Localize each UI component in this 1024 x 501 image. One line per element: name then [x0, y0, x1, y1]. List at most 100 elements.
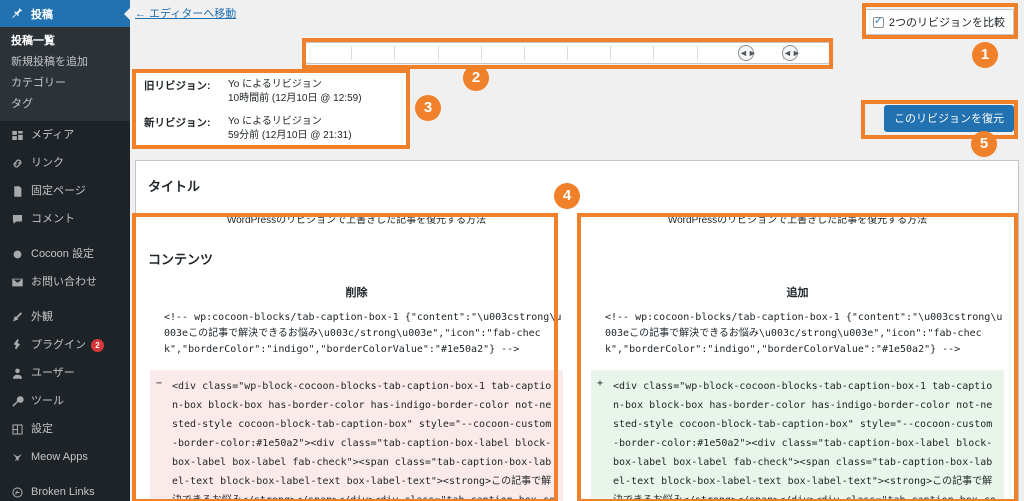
sidebar-subitem-tags[interactable]: タグ: [0, 94, 130, 115]
annotation-badge-2: 2: [463, 65, 489, 91]
new-revision-value: Yo によるリビジョン 59分前 (12月10日 @ 21:31): [228, 115, 352, 143]
revision-compare-screen: 投稿 投稿一覧 新規投稿を追加 カテゴリー タグ メディア リンク 固定ページ: [0, 0, 1024, 501]
sidebar-item-appearance-label: 外観: [31, 311, 53, 323]
diff-column-removed: <!-- wp:cocoon-blocks/tab-caption-box-1 …: [136, 310, 577, 501]
page-icon: [9, 185, 26, 198]
old-revision-author: Yo によるリビジョン: [228, 79, 322, 90]
added-marker: +: [597, 378, 604, 389]
sidebar-item-broken-links[interactable]: Broken Links: [0, 478, 130, 501]
plugin-icon: [9, 338, 26, 352]
new-revision-author: Yo によるリビジョン: [228, 116, 322, 127]
slider-tick: [611, 46, 655, 60]
sidebar-item-broken-links-label: Broken Links: [31, 486, 95, 498]
media-icon: [9, 129, 26, 142]
content-diff-column-headers: 削除 追加: [136, 278, 1018, 310]
left-context-code: <!-- wp:cocoon-blocks/tab-caption-box-1 …: [164, 312, 562, 355]
sidebar-item-pages[interactable]: 固定ページ: [0, 177, 130, 205]
sidebar-item-links-label: リンク: [31, 157, 64, 169]
sidebar-divider-2: [0, 296, 130, 303]
appearance-icon: [9, 311, 26, 324]
annotation-badge-5: 5: [971, 131, 997, 157]
restore-button-wrap: このリビジョンを復元: [884, 105, 1014, 132]
sidebar-item-meow-apps[interactable]: Meow Apps: [0, 443, 130, 471]
sidebar-item-appearance[interactable]: 外観: [0, 303, 130, 331]
removed-marker: −: [156, 378, 163, 389]
slider-tick: [698, 46, 741, 60]
sidebar-item-posts[interactable]: 投稿: [0, 0, 131, 27]
column-header-removed: 削除: [345, 287, 368, 299]
slider-handle-new-revision[interactable]: ◄►: [782, 45, 801, 61]
slider-tick: [439, 46, 482, 60]
admin-sidebar: 投稿 投稿一覧 新規投稿を追加 カテゴリー タグ メディア リンク 固定ページ: [0, 0, 131, 501]
slider-tick: [568, 46, 612, 60]
sidebar-item-pages-label: 固定ページ: [31, 185, 86, 197]
sidebar-subitem-all-posts[interactable]: 投稿一覧: [0, 31, 130, 52]
sidebar-item-users[interactable]: ユーザー: [0, 359, 130, 387]
sidebar-item-posts-label: 投稿: [31, 8, 53, 21]
new-revision-label: 新リビジョン:: [144, 117, 211, 129]
slider-handle-old-revision[interactable]: ◄►: [738, 45, 757, 61]
sidebar-item-media-label: メディア: [31, 129, 75, 141]
diff-column-added: <!-- wp:cocoon-blocks/tab-caption-box-1 …: [577, 310, 1018, 501]
old-revision-value: Yo によるリビジョン 10時間前 (12月10日 @ 12:59): [228, 78, 362, 106]
revision-diff-panel: タイトル WordPressのリビジョンで上書きした記事を復元する方法 Word…: [135, 160, 1019, 501]
sidebar-item-users-label: ユーザー: [31, 367, 75, 379]
compare-checkbox-label: 2つのリビジョンを比較: [888, 17, 1005, 29]
title-diff-left: WordPressのリビジョンで上書きした記事を復元する方法: [226, 215, 487, 226]
back-to-editor-link[interactable]: ← エディターへ移動: [135, 5, 236, 21]
comment-icon: [9, 213, 26, 226]
sidebar-item-tools-label: ツール: [31, 395, 64, 407]
right-added-code: <div class="wp-block-cocoon-blocks-tab-c…: [613, 381, 996, 501]
broken-link-icon: [9, 486, 26, 499]
sidebar-subitem-categories[interactable]: カテゴリー: [0, 73, 130, 94]
slider-tick: [525, 46, 569, 60]
slider-tick: [654, 46, 698, 60]
slider-tick: [395, 46, 439, 60]
link-icon: [9, 157, 26, 170]
meow-icon: [9, 451, 26, 464]
settings-icon: [9, 423, 26, 436]
new-revision-row: 新リビジョン: Yo によるリビジョン 59分前 (12月10日 @ 21:31…: [136, 110, 406, 147]
circle-icon: [9, 248, 26, 261]
sidebar-item-plugins-label: プラグイン: [31, 339, 86, 351]
column-header-added: 追加: [786, 287, 809, 299]
revision-meta-panel: 旧リビジョン: Yo によるリビジョン 10時間前 (12月10日 @ 12:5…: [135, 72, 407, 146]
old-revision-time: 10時間前 (12月10日 @ 12:59): [228, 93, 362, 104]
sidebar-item-contact-label: お問い合わせ: [31, 276, 97, 288]
compare-checkbox[interactable]: [872, 15, 884, 28]
plugins-update-badge: 2: [91, 338, 104, 352]
annotation-badge-4: 4: [554, 183, 580, 209]
right-context-code: <!-- wp:cocoon-blocks/tab-caption-box-1 …: [605, 312, 1003, 355]
sidebar-item-cocoon-settings-label: Cocoon 設定: [31, 248, 94, 260]
content-diff-body: <!-- wp:cocoon-blocks/tab-caption-box-1 …: [136, 310, 1018, 501]
sidebar-item-comments-label: コメント: [31, 213, 75, 225]
posts-submenu: 投稿一覧 新規投稿を追加 カテゴリー タグ: [0, 27, 130, 121]
mail-icon: [9, 276, 26, 289]
slider-tick: [352, 46, 396, 60]
title-diff-row: WordPressのリビジョンで上書きした記事を復元する方法 WordPress…: [136, 205, 1018, 234]
sidebar-divider-1: [0, 233, 130, 240]
wrench-icon: [9, 395, 26, 408]
sidebar-item-links[interactable]: リンク: [0, 149, 130, 177]
restore-revision-button[interactable]: このリビジョンを復元: [884, 105, 1014, 132]
left-removed-block: − <div class="wp-block-cocoon-blocks-tab…: [150, 370, 563, 501]
sidebar-item-media[interactable]: メディア: [0, 121, 130, 149]
sidebar-divider-3: [0, 471, 130, 478]
title-diff-right: WordPressのリビジョンで上書きした記事を復元する方法: [667, 215, 928, 226]
right-added-block: + <div class="wp-block-cocoon-blocks-tab…: [591, 370, 1004, 501]
sidebar-item-settings-label: 設定: [31, 423, 53, 435]
sidebar-item-settings[interactable]: 設定: [0, 415, 130, 443]
sidebar-item-tools[interactable]: ツール: [0, 387, 130, 415]
sidebar-item-cocoon-settings[interactable]: Cocoon 設定: [0, 240, 130, 268]
sidebar-subitem-add-new[interactable]: 新規投稿を追加: [0, 52, 130, 73]
content-diff-heading: コンテンツ: [148, 252, 214, 267]
right-added-code-base: <div class="wp-block-cocoon-blocks-tab-c…: [613, 381, 996, 501]
compare-two-revisions-toggle[interactable]: 2つのリビジョンを比較: [863, 9, 1014, 35]
old-revision-label: 旧リビジョン:: [144, 80, 211, 92]
revision-slider[interactable]: ◄► ◄►: [305, 42, 830, 64]
sidebar-item-contact[interactable]: お問い合わせ: [0, 268, 130, 296]
slider-tick: [309, 46, 353, 60]
sidebar-item-plugins[interactable]: プラグイン 2: [0, 331, 130, 359]
sidebar-item-comments[interactable]: コメント: [0, 205, 130, 233]
slider-tick: [482, 46, 525, 60]
